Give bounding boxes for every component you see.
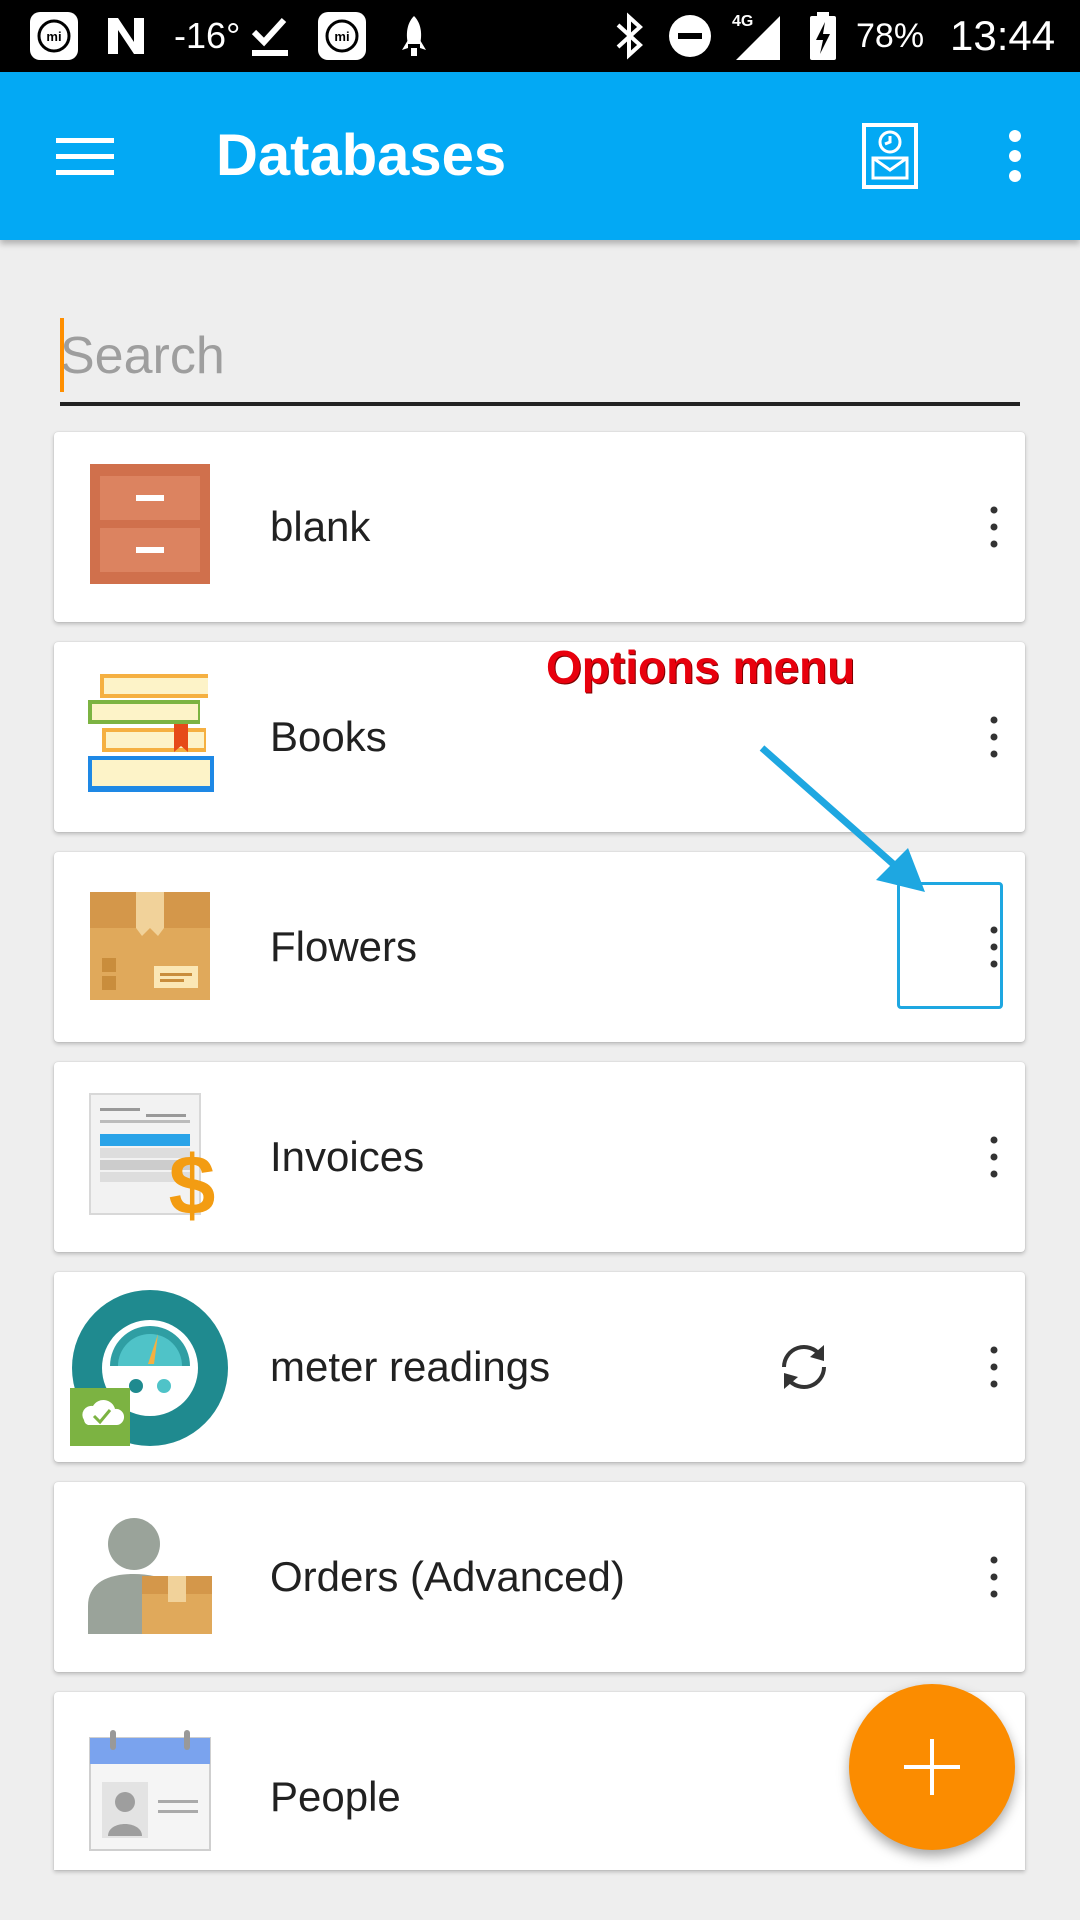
annotation-arrow	[759, 745, 925, 892]
more-vert-icon	[990, 716, 998, 758]
books-icon	[84, 670, 216, 802]
rocket-icon	[396, 10, 432, 62]
app-bar: Databases	[0, 72, 1080, 240]
database-card-orders-advanced[interactable]: Orders (Advanced)	[54, 1482, 1025, 1672]
plus-icon	[904, 1739, 960, 1795]
do-not-disturb-icon	[666, 10, 714, 62]
signal-icon: 4G	[728, 10, 784, 62]
network-type-text: 4G	[732, 13, 753, 30]
annotation-label: Options menu	[546, 641, 856, 693]
mi-app-icon: mi	[28, 10, 80, 62]
search-input[interactable]	[60, 310, 1020, 402]
clock-text: 13:44	[950, 12, 1056, 59]
database-card-blank[interactable]: blank	[54, 432, 1025, 622]
battery-charging-icon	[808, 10, 838, 62]
invoice-icon: $	[84, 1090, 216, 1232]
options-menu-button[interactable]	[934, 1517, 1054, 1637]
search-field	[60, 310, 1020, 406]
database-name: meter readings	[270, 1343, 551, 1390]
svg-text:mi: mi	[334, 29, 349, 44]
overflow-menu-button[interactable]	[990, 116, 1040, 196]
status-bar: mi -16° mi 4G 78% 13:44	[0, 0, 1080, 72]
options-menu-button[interactable]	[934, 1307, 1054, 1427]
temperature-text: -16°	[174, 15, 241, 56]
svg-text:mi: mi	[46, 29, 61, 44]
database-name: blank	[270, 503, 371, 550]
database-name: Flowers	[270, 923, 418, 970]
options-menu-highlight	[897, 882, 1003, 1009]
meter-icon	[70, 1288, 230, 1448]
bluetooth-icon	[612, 10, 648, 62]
database-status-icon	[862, 123, 918, 189]
database-name: People	[270, 1773, 401, 1820]
sync-button[interactable]	[774, 1337, 834, 1397]
database-name: Books	[270, 713, 387, 760]
battery-percent-text: 78%	[856, 17, 925, 55]
contacts-icon	[84, 1728, 216, 1860]
more-vert-icon	[990, 1556, 998, 1598]
n-notification-icon	[102, 10, 150, 62]
cabinet-icon	[84, 460, 216, 592]
hamburger-menu-icon	[56, 138, 114, 175]
database-card-invoices[interactable]: $ Invoices	[54, 1062, 1025, 1252]
more-vert-icon	[990, 1346, 998, 1388]
svg-text:$: $	[169, 1138, 216, 1222]
more-vert-icon	[990, 506, 998, 548]
database-card-meter-readings[interactable]: meter readings	[54, 1272, 1025, 1462]
more-vert-icon	[990, 1136, 998, 1178]
box-icon	[84, 880, 216, 1012]
mi-app-icon-2: mi	[316, 10, 368, 62]
options-menu-button[interactable]	[934, 1097, 1054, 1217]
sync-icon	[782, 1345, 826, 1389]
database-name: Orders (Advanced)	[270, 1553, 625, 1600]
db-status-button[interactable]	[854, 116, 926, 196]
text-caret	[60, 318, 64, 392]
orders-icon	[84, 1510, 216, 1642]
options-menu-button[interactable]	[934, 677, 1054, 797]
download-done-icon	[248, 10, 292, 62]
database-name: Invoices	[270, 1133, 425, 1180]
more-vert-icon	[1009, 130, 1021, 182]
add-database-button[interactable]	[849, 1684, 1015, 1850]
options-menu-button[interactable]	[934, 467, 1054, 587]
menu-button[interactable]	[40, 116, 130, 196]
page-title: Databases	[216, 123, 507, 188]
